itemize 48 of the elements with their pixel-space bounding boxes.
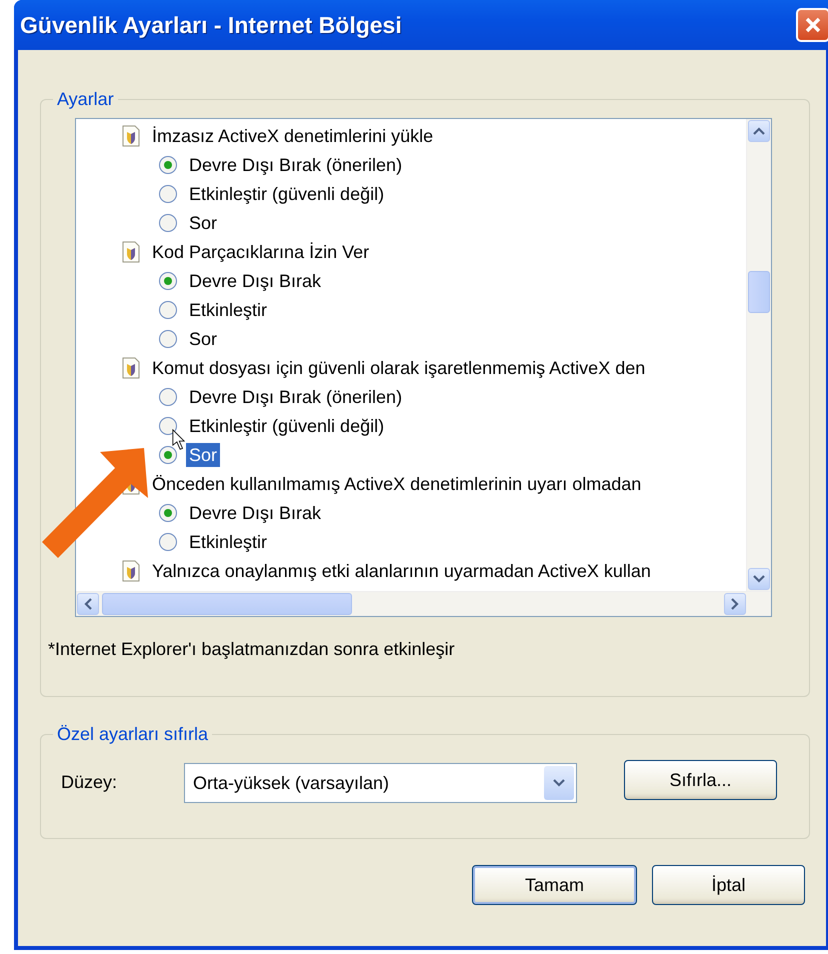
setting-title: Önceden kullanılmamış ActiveX denetimlerinin uyarı olmadan [151,472,642,496]
option-label: Etkinleştir (güvenli değil) [188,414,386,438]
radio-button[interactable] [158,502,178,522]
document-icon [121,240,141,262]
radio-button[interactable] [158,532,178,552]
option-label: Sor [188,212,218,234]
close-icon [804,16,822,34]
option-label: Sor [188,328,218,350]
reset-button[interactable]: Sıfırla... [624,760,777,800]
option-label: Etkinleştir (güvenli değil) [188,182,386,206]
scroll-up-button[interactable] [748,120,770,142]
close-button[interactable] [796,8,828,42]
option-label: Devre Dışı Bırak [188,502,322,524]
option-label: Etkinleştir [188,530,268,554]
scroll-right-button[interactable] [724,593,746,615]
group-label: Özel ayarları sıfırla [53,723,212,745]
level-label: Düzey: [61,771,118,793]
footnote: *Internet Explorer'ı başlatmanızdan sonra etkinleşir [48,639,456,660]
cancel-button[interactable]: İptal [652,865,805,905]
radio-button[interactable] [158,300,178,320]
radio-button[interactable] [158,270,178,290]
option-label: Etkinleştir [188,298,268,322]
document-icon [121,560,141,582]
radio-button[interactable] [158,154,178,174]
option-label: Devre Dışı Bırak (önerilen) [188,386,404,408]
setting-title: Kod Parçacıklarına İzin Ver [151,240,370,264]
scroll-left-button[interactable] [77,593,99,615]
option-label: Devre Dışı Bırak [188,270,322,292]
scroll-thumb[interactable] [748,271,770,313]
document-icon [121,356,141,378]
window-title: Güvenlik Ayarları - Internet Bölgesi [20,12,402,38]
radio-button[interactable] [158,328,178,348]
cursor-icon [172,429,185,450]
radio-button[interactable] [158,184,178,204]
scroll-thumb[interactable] [102,593,352,615]
ok-button[interactable]: Tamam [472,865,637,905]
level-dropdown[interactable]: Orta-yüksek (varsayılan) [184,763,577,803]
radio-button[interactable] [158,212,178,232]
option-label: Devre Dışı Bırak (önerilen) [188,154,404,176]
radio-button[interactable] [158,444,178,464]
document-icon [121,124,141,146]
radio-button[interactable] [158,416,178,436]
option-label: Sor [186,442,220,466]
setting-title: Komut dosyası için güvenli olarak işaretlenmemiş ActiveX den [151,356,646,380]
scroll-down-button[interactable] [748,568,770,590]
setting-title: Yalnızca onaylanmış etki alanlarının uyarmadan ActiveX kullan [151,560,652,582]
setting-title: İmzasız ActiveX denetimlerini yükle [151,124,434,148]
radio-button[interactable] [158,386,178,406]
